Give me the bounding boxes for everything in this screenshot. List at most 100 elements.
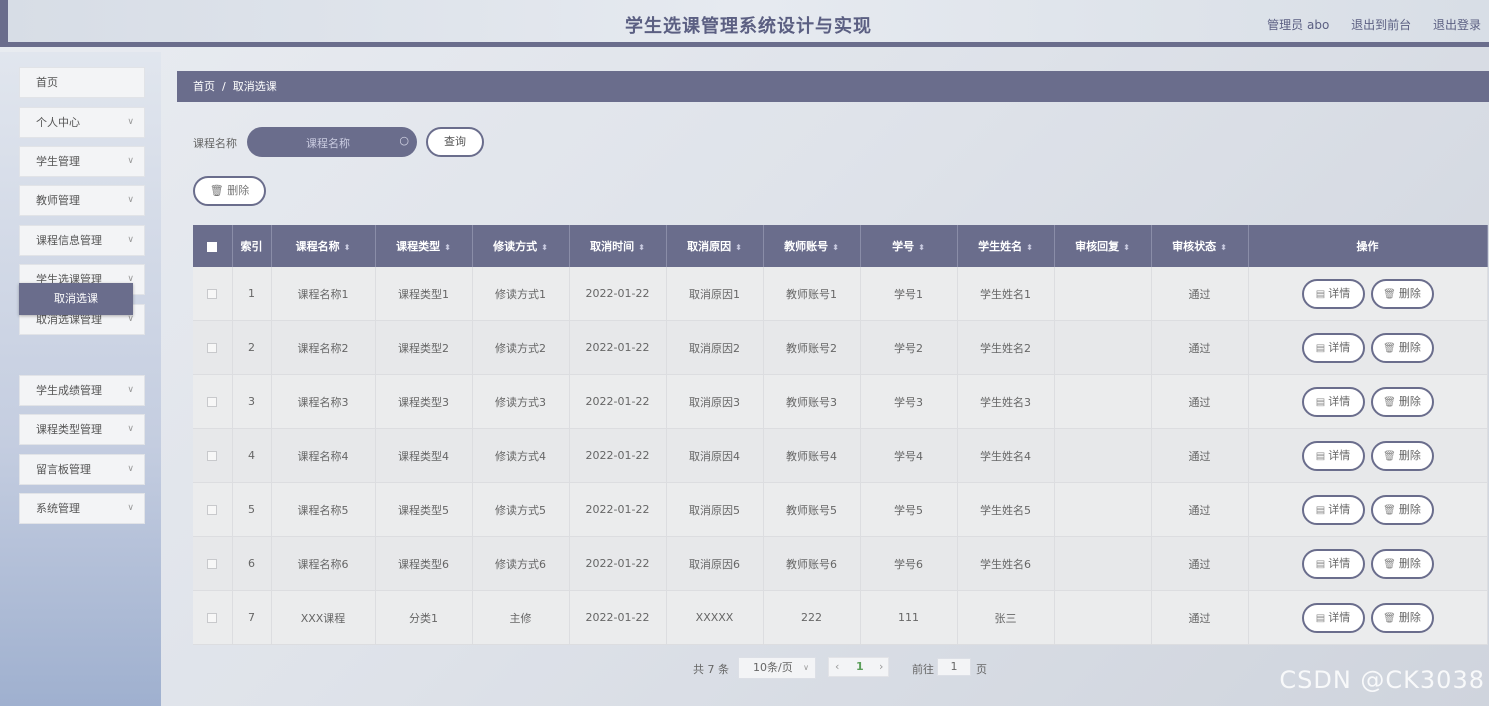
detail-button[interactable]: ▤ 详情 bbox=[1301, 332, 1365, 363]
detail-button[interactable]: ▤ 详情 bbox=[1301, 548, 1365, 579]
sort-icon[interactable]: ⬍ bbox=[638, 243, 645, 252]
query-button[interactable]: 查询 bbox=[426, 127, 484, 157]
table-cell: 学生姓名6 bbox=[957, 536, 1055, 591]
delete-button[interactable]: 🗑 删除 bbox=[1370, 602, 1434, 633]
detail-button[interactable]: ▤ 详情 bbox=[1301, 278, 1365, 309]
sort-icon[interactable]: ⬍ bbox=[541, 243, 548, 252]
detail-button[interactable]: ▤ 详情 bbox=[1301, 440, 1365, 471]
row-checkbox[interactable] bbox=[207, 613, 218, 623]
row-checkbox[interactable] bbox=[207, 505, 218, 515]
sidebar-item-2[interactable]: 学生管理 ∨ bbox=[19, 146, 145, 177]
sort-icon[interactable]: ⬍ bbox=[1220, 243, 1227, 252]
table-cell: 2022-01-22 bbox=[569, 590, 667, 645]
column-header-7[interactable]: 学号 ⬍ bbox=[860, 225, 958, 267]
detail-button[interactable]: ▤ 详情 bbox=[1301, 602, 1365, 633]
row-checkbox[interactable] bbox=[207, 559, 218, 569]
delete-button[interactable]: 🗑 删除 bbox=[1370, 440, 1434, 471]
back-to-front-link[interactable]: 退出到前台 bbox=[1351, 18, 1411, 32]
page-size-value: 10条/页 bbox=[753, 661, 793, 674]
row-checkbox[interactable] bbox=[207, 451, 218, 461]
table-cell: 2 bbox=[232, 320, 272, 375]
sidebar-item-7[interactable]: 学生成绩管理 ∨ bbox=[19, 375, 145, 406]
sort-icon[interactable]: ⬍ bbox=[1026, 243, 1033, 252]
header-links: 管理员 abo 退出到前台 退出登录 bbox=[1249, 16, 1481, 33]
delete-button[interactable]: 🗑 删除 bbox=[1370, 278, 1434, 309]
page-size-select[interactable]: 10条/页 ∨ bbox=[738, 657, 816, 679]
table-cell bbox=[1054, 374, 1152, 429]
delete-button[interactable]: 🗑 删除 bbox=[1370, 548, 1434, 579]
goto-page-input[interactable]: 1 bbox=[937, 658, 971, 676]
course-name-search-input[interactable] bbox=[247, 127, 409, 159]
table-cell: 学生姓名4 bbox=[957, 428, 1055, 483]
delete-button[interactable]: 🗑 删除 bbox=[1370, 332, 1434, 363]
delete-button-label: 删除 bbox=[1398, 610, 1421, 624]
column-header-6[interactable]: 教师账号 ⬍ bbox=[763, 225, 861, 267]
sidebar-item-0[interactable]: 首页 bbox=[19, 67, 145, 98]
sidebar-item-4[interactable]: 课程信息管理 ∨ bbox=[19, 225, 145, 256]
column-header-label: 学生姓名 bbox=[978, 240, 1023, 253]
row-checkbox[interactable] bbox=[207, 289, 218, 299]
row-actions-cell: ▤ 详情 🗑 删除 bbox=[1248, 482, 1488, 537]
table-cell: 课程类型2 bbox=[375, 320, 473, 375]
table-row: 5 课程名称5 课程类型5 修读方式5 2022-01-22 取消原因5 教师账号5 学号5 学… bbox=[193, 482, 1488, 537]
table-cell: 课程名称4 bbox=[271, 428, 376, 483]
column-header-9[interactable]: 审核回复 ⬍ bbox=[1054, 225, 1152, 267]
column-header-10[interactable]: 审核状态 ⬍ bbox=[1151, 225, 1249, 267]
table-cell: 学号4 bbox=[860, 428, 958, 483]
submenu-item-cancel-course[interactable]: 取消选课 bbox=[19, 283, 133, 315]
table-cell: 学生姓名3 bbox=[957, 374, 1055, 429]
detail-button[interactable]: ▤ 详情 bbox=[1301, 494, 1365, 525]
search-icon: ○ bbox=[399, 134, 409, 147]
admin-user-label: 管理员 abo bbox=[1267, 18, 1330, 32]
sidebar-item-8[interactable]: 课程类型管理 ∨ bbox=[19, 414, 145, 445]
delete-button[interactable]: 🗑 删除 bbox=[1370, 494, 1434, 525]
table-cell: 修读方式2 bbox=[472, 320, 570, 375]
table-cell: 取消原因3 bbox=[666, 374, 764, 429]
sort-icon[interactable]: ⬍ bbox=[735, 243, 742, 252]
document-icon: ▤ bbox=[1315, 558, 1326, 570]
sidebar-item-1[interactable]: 个人中心 ∨ bbox=[19, 107, 145, 138]
table-cell: 通过 bbox=[1151, 267, 1249, 321]
select-all-checkbox[interactable] bbox=[207, 241, 218, 252]
detail-button-label: 详情 bbox=[1328, 556, 1351, 570]
table-cell: 课程名称3 bbox=[271, 374, 376, 429]
logout-link[interactable]: 退出登录 bbox=[1433, 18, 1481, 32]
current-page-number[interactable]: 1 bbox=[856, 658, 864, 676]
sort-icon[interactable]: ⬍ bbox=[1123, 243, 1130, 252]
detail-button[interactable]: ▤ 详情 bbox=[1301, 386, 1365, 417]
row-checkbox[interactable] bbox=[207, 397, 218, 407]
table-cell: 学号6 bbox=[860, 536, 958, 591]
sort-icon[interactable]: ⬍ bbox=[444, 243, 451, 252]
detail-button-label: 详情 bbox=[1328, 394, 1351, 408]
sidebar-item-10[interactable]: 系统管理 ∨ bbox=[19, 493, 145, 524]
sort-icon[interactable]: ⬍ bbox=[344, 243, 351, 252]
sidebar-item-9[interactable]: 留言板管理 ∨ bbox=[19, 454, 145, 485]
sort-icon[interactable]: ⬍ bbox=[832, 243, 839, 252]
sidebar-item-3[interactable]: 教师管理 ∨ bbox=[19, 185, 145, 216]
column-header-1[interactable]: 课程名称 ⬍ bbox=[271, 225, 376, 267]
row-checkbox[interactable] bbox=[207, 343, 218, 353]
table-cell bbox=[1054, 320, 1152, 375]
delete-button[interactable]: 🗑 删除 bbox=[1370, 386, 1434, 417]
row-actions-cell: ▤ 详情 🗑 删除 bbox=[1248, 320, 1488, 375]
prev-page-icon[interactable]: ‹ bbox=[835, 658, 839, 676]
column-header-4[interactable]: 取消时间 ⬍ bbox=[569, 225, 667, 267]
next-page-icon[interactable]: › bbox=[879, 658, 883, 676]
watermark-text: CSDN @CK3038 bbox=[1279, 666, 1485, 694]
column-header-label: 操作 bbox=[1356, 240, 1379, 253]
column-header-label: 课程名称 bbox=[295, 240, 340, 253]
sort-icon[interactable]: ⬍ bbox=[918, 243, 925, 252]
column-header-8[interactable]: 学生姓名 ⬍ bbox=[957, 225, 1055, 267]
table-cell: 课程类型5 bbox=[375, 482, 473, 537]
bulk-delete-button[interactable]: 🗑 删除 bbox=[193, 176, 266, 206]
chevron-down-icon: ∨ bbox=[127, 235, 134, 245]
pager: ‹ 1 › bbox=[828, 657, 889, 677]
column-header-5[interactable]: 取消原因 ⬍ bbox=[666, 225, 764, 267]
trash-icon: 🗑 bbox=[1383, 342, 1396, 354]
document-icon: ▤ bbox=[1315, 612, 1326, 624]
column-header-2[interactable]: 课程类型 ⬍ bbox=[375, 225, 473, 267]
breadcrumb-home[interactable]: 首页 bbox=[193, 80, 215, 93]
column-header-3[interactable]: 修读方式 ⬍ bbox=[472, 225, 570, 267]
trash-icon: 🗑 bbox=[1383, 558, 1396, 570]
table-cell: 修读方式6 bbox=[472, 536, 570, 591]
